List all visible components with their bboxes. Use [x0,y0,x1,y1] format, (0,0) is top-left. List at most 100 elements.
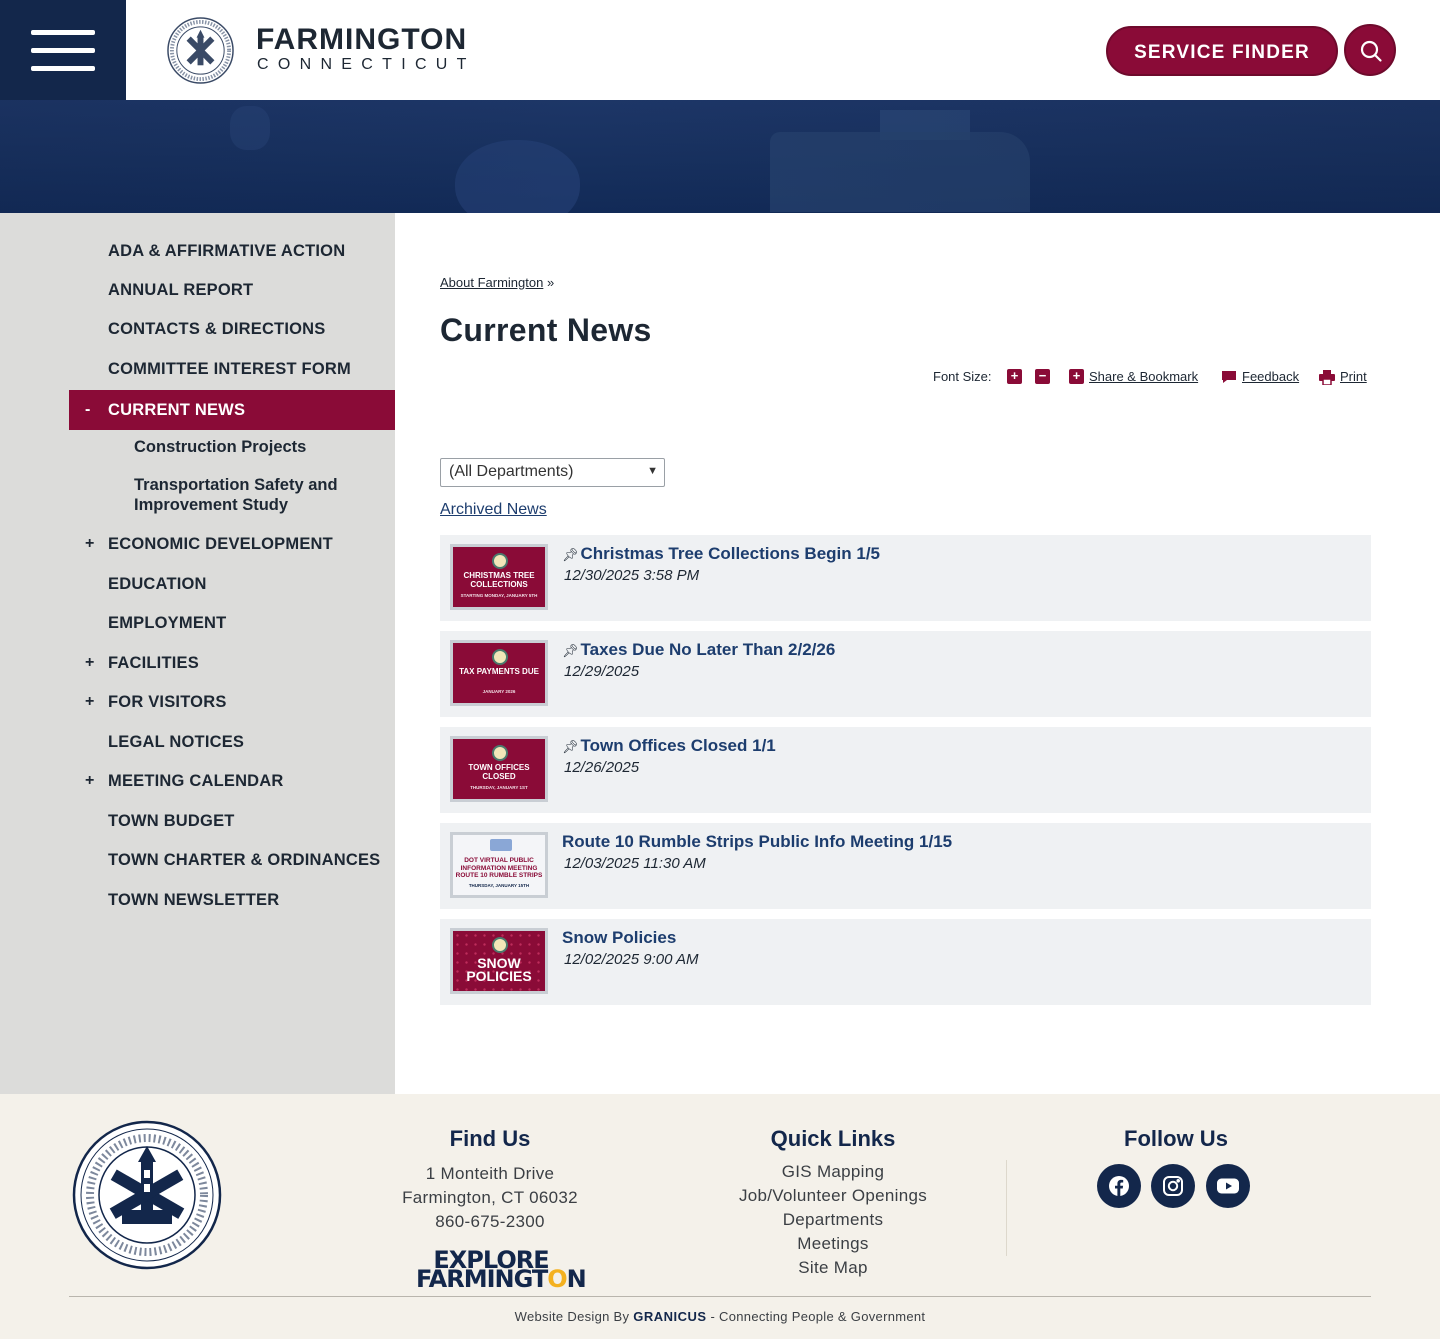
dot-logo-icon [490,839,512,851]
news-item[interactable]: TAX PAYMENTS DUE JANUARY 2026 📌︎ Taxes Due… [440,631,1371,717]
address-line-1: 1 Monteith Drive [425,1164,555,1183]
instagram-icon[interactable] [1151,1164,1195,1208]
thumbnail-subtitle: JANUARY 2026 [482,689,516,694]
expand-indicator: + [85,535,95,552]
archived-news-link[interactable]: Archived News [440,501,547,519]
sidebar-subitem-construction[interactable]: Construction Projects [134,438,384,458]
footer-divider [1006,1160,1007,1256]
sidebar-item-label: EMPLOYMENT [108,614,227,632]
news-title[interactable]: Snow Policies [562,928,676,948]
breadcrumb-separator: » [546,275,555,290]
feedback-icon[interactable] [1221,370,1237,384]
news-date: 12/02/2025 9:00 AM [564,951,699,968]
sidebar-item-label: FACILITIES [108,654,199,672]
sidebar-item-current-news[interactable]: - CURRENT NEWS [69,390,395,430]
news-title[interactable]: Route 10 Rumble Strips Public Info Meeti… [562,832,952,852]
seal-icon [492,649,508,665]
thumbnail-title: TAX PAYMENTS DUE [459,667,539,676]
font-increase-icon[interactable]: + [1007,369,1022,384]
sidebar-item-label: ADA & AFFIRMATIVE ACTION [108,242,346,260]
town-seal-icon [72,1120,222,1270]
font-size-label: Font Size: [933,369,992,384]
news-title-text[interactable]: Taxes Due No Later Than 2/2/26 [581,640,836,659]
quick-link-site-map[interactable]: Site Map [693,1258,973,1278]
expand-indicator: + [85,693,95,710]
news-item[interactable]: CHRISTMAS TREE COLLECTIONS STARTING MONDA… [440,535,1371,621]
quick-link-job-openings[interactable]: Job/Volunteer Openings [693,1186,973,1206]
department-select[interactable]: (All Departments) ▼ [440,458,665,487]
print-link[interactable]: Print [1340,369,1367,384]
town-seal-logo[interactable] [166,16,235,85]
quick-link-gis-mapping[interactable]: GIS Mapping [693,1162,973,1182]
hamburger-menu-icon[interactable] [0,0,126,100]
news-title[interactable]: 📌︎ Town Offices Closed 1/1 [562,736,776,756]
credit-prefix: Website Design By [514,1309,630,1324]
credit-suffix: - Connecting People & Government [710,1309,926,1324]
chevron-down-icon: ▼ [647,465,658,477]
pin-icon: 📌︎ [562,547,579,562]
breadcrumb: About Farmington » [440,275,554,290]
news-thumbnail[interactable]: TOWN OFFICES CLOSED THURSDAY, JANUARY 1ST [450,736,548,802]
news-thumbnail[interactable]: DOT VIRTUAL PUBLIC INFORMATION MEETING R… [450,832,548,898]
phone-link[interactable]: 860-675-2300 [370,1212,610,1232]
news-date: 12/26/2025 [564,759,640,776]
site-name[interactable]: FARMINGTON [256,24,467,56]
sidebar-subitem-transportation[interactable]: Transportation Safety and Improvement St… [134,476,384,515]
news-item[interactable]: TOWN OFFICES CLOSED THURSDAY, JANUARY 1ST… [440,727,1371,813]
youtube-icon[interactable] [1206,1164,1250,1208]
news-title[interactable]: 📌︎ Christmas Tree Collections Begin 1/5 [562,544,880,564]
seal-icon [492,937,508,953]
sidebar-item-label: CONTACTS & DIRECTIONS [108,320,326,338]
sidebar-item-label: ECONOMIC DEVELOPMENT [108,535,333,553]
page-tools: Font Size: + − + Share & Bookmark Feedba… [933,368,1373,386]
footer-rule [69,1296,1371,1297]
hero-banner-image [0,100,1440,213]
breadcrumb-link-about[interactable]: About Farmington [440,275,543,290]
thumbnail-title: TOWN OFFICES CLOSED [468,763,530,781]
follow-us-heading: Follow Us [1124,1126,1228,1151]
news-item[interactable]: SNOW POLICIES Snow Policies 12/02/2025 9… [440,919,1371,1005]
explore-logo-line2-end: N [566,1265,587,1293]
share-plus-icon[interactable]: + [1069,369,1084,384]
news-date: 12/03/2025 11:30 AM [564,855,706,872]
department-select-value: (All Departments) [449,463,574,480]
sidebar-item-label: FOR VISITORS [108,693,227,711]
news-title-text[interactable]: Town Offices Closed 1/1 [581,736,776,755]
facebook-icon[interactable] [1097,1164,1141,1208]
sidebar-item-label: COMMITTEE INTEREST FORM [108,360,351,378]
page-title: Current News [440,312,652,348]
sidebar-item-label: TOWN NEWSLETTER [108,891,280,909]
explore-logo-sun-o: O [547,1265,567,1293]
news-item[interactable]: DOT VIRTUAL PUBLIC INFORMATION MEETING R… [440,823,1371,909]
news-date: 12/29/2025 [564,663,640,680]
thumbnail-title: DOT VIRTUAL PUBLIC INFORMATION MEETING R… [455,857,543,879]
news-thumbnail[interactable]: SNOW POLICIES [450,928,548,994]
thumbnail-title: CHRISTMAS TREE COLLECTIONS [463,571,535,589]
news-thumbnail[interactable]: TAX PAYMENTS DUE JANUARY 2026 [450,640,548,706]
font-decrease-icon[interactable]: − [1035,369,1050,384]
pin-icon: 📌︎ [562,643,579,658]
site-credit: Website Design By GRANICUS - Connecting … [0,1309,1440,1324]
service-finder-button[interactable]: SERVICE FINDER [1106,26,1338,76]
news-title-text[interactable]: Christmas Tree Collections Begin 1/5 [581,544,880,563]
sidebar-item-label: EDUCATION [108,575,207,593]
thumbnail-subtitle: THURSDAY, JANUARY 1ST [470,785,528,790]
sidebar-item-label: TOWN BUDGET [108,812,235,830]
seal-icon [492,745,508,761]
quick-link-meetings[interactable]: Meetings [693,1234,973,1254]
granicus-link[interactable]: GRANICUS [633,1309,706,1324]
feedback-link[interactable]: Feedback [1242,369,1299,384]
explore-farmington-logo[interactable]: EXPLORE FARMINGTON [416,1248,587,1291]
quick-link-departments[interactable]: Departments [693,1210,973,1230]
news-thumbnail[interactable]: CHRISTMAS TREE COLLECTIONS STARTING MONDA… [450,544,548,610]
site-state: CONNECTICUT [257,56,476,73]
share-bookmark-link[interactable]: Share & Bookmark [1089,369,1198,384]
seal-icon [492,553,508,569]
search-button[interactable] [1344,24,1396,76]
site-header: FARMINGTON CONNECTICUT SERVICE FINDER [0,0,1440,100]
address-line-2: Farmington, CT 06032 [402,1188,578,1207]
news-title[interactable]: 📌︎ Taxes Due No Later Than 2/2/26 [562,640,835,660]
thumbnail-subtitle: THURSDAY, JANUARY 15TH [468,883,530,888]
thumbnail-title: SNOW POLICIES [466,955,532,984]
print-icon[interactable] [1319,370,1335,385]
